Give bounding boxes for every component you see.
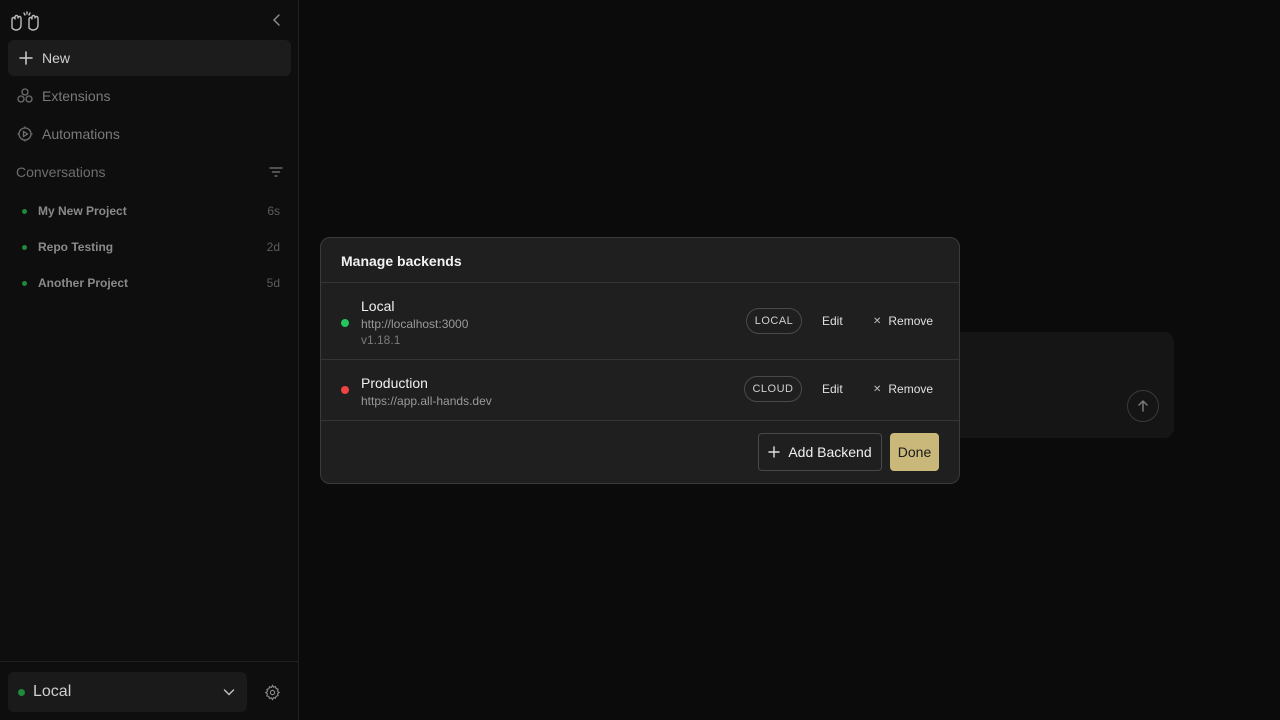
backend-type-badge: CLOUD (744, 376, 802, 402)
remove-backend-button[interactable]: ✕ Remove (873, 308, 933, 334)
backend-url: https://app.all-hands.dev (361, 394, 492, 408)
nav-item-label: Extensions (42, 88, 111, 104)
conversation-age: 2d (266, 240, 280, 254)
conversations-heading: Conversations (16, 164, 106, 180)
backend-selector-label: Local (33, 683, 72, 700)
logo-hands-icon[interactable] (8, 8, 44, 32)
backend-version: v1.18.1 (361, 333, 401, 347)
close-icon: ✕ (873, 315, 882, 327)
conversation-item[interactable]: Repo Testing 2d (22, 237, 280, 257)
filter-icon[interactable] (268, 164, 284, 180)
dialog-footer: Add Backend Done (321, 421, 959, 483)
plus-icon (768, 446, 781, 458)
backend-status-dot (341, 319, 349, 327)
remove-backend-button[interactable]: ✕ Remove (873, 376, 933, 402)
backend-type-badge: LOCAL (746, 308, 802, 334)
remove-label: Remove (888, 382, 934, 396)
done-button[interactable]: Done (890, 433, 939, 471)
conversation-age: 5d (266, 276, 280, 290)
new-conversation-button[interactable]: New (8, 40, 291, 76)
settings-gear-icon[interactable] (264, 684, 281, 701)
conversation-status-dot (22, 280, 27, 286)
arrow-up-icon (1138, 399, 1148, 412)
backend-status-dot (18, 688, 25, 696)
add-backend-label: Add Backend (788, 444, 872, 460)
collapse-sidebar-button[interactable] (268, 10, 286, 30)
dialog-title: Manage backends (321, 238, 959, 283)
conversation-status-dot (22, 244, 27, 250)
conversation-title: Another Project (38, 276, 129, 290)
add-backend-button[interactable]: Add Backend (758, 433, 882, 471)
backend-url: http://localhost:3000 (361, 317, 469, 331)
automations-icon (17, 126, 33, 142)
sidebar-footer: Local (0, 661, 299, 720)
conversation-item[interactable]: My New Project 6s (22, 201, 280, 221)
nav-item-label: Automations (42, 126, 120, 142)
sidebar: New Extensions Automations Conversations… (0, 0, 299, 720)
app-root: New Extensions Automations Conversations… (0, 0, 1280, 720)
remove-label: Remove (888, 314, 934, 328)
backend-name: Production (361, 375, 428, 391)
conversation-item[interactable]: Another Project 5d (22, 273, 280, 293)
conversation-age: 6s (267, 204, 280, 218)
nav-item-automations[interactable]: Automations (16, 122, 286, 146)
close-icon: ✕ (873, 383, 882, 395)
conversation-title: Repo Testing (38, 240, 114, 254)
new-button-label: New (42, 50, 71, 66)
edit-backend-button[interactable]: Edit (822, 308, 843, 334)
send-button[interactable] (1127, 390, 1159, 422)
backend-name: Local (361, 298, 395, 314)
backend-status-dot (341, 386, 349, 394)
nav-item-extensions[interactable]: Extensions (16, 84, 286, 108)
plus-icon (19, 51, 33, 65)
conversation-title: My New Project (38, 204, 127, 218)
backend-row: Production https://app.all-hands.dev CLO… (321, 360, 959, 421)
manage-backends-dialog: Manage backends Local http://localhost:3… (320, 237, 960, 484)
chevron-down-icon (223, 689, 235, 696)
backend-selector[interactable]: Local (8, 672, 247, 712)
extensions-icon (17, 88, 33, 103)
backend-row: Local http://localhost:3000 v1.18.1 LOCA… (321, 283, 959, 360)
chevron-left-icon (272, 14, 280, 26)
conversation-status-dot (22, 208, 27, 214)
edit-backend-button[interactable]: Edit (822, 376, 843, 402)
